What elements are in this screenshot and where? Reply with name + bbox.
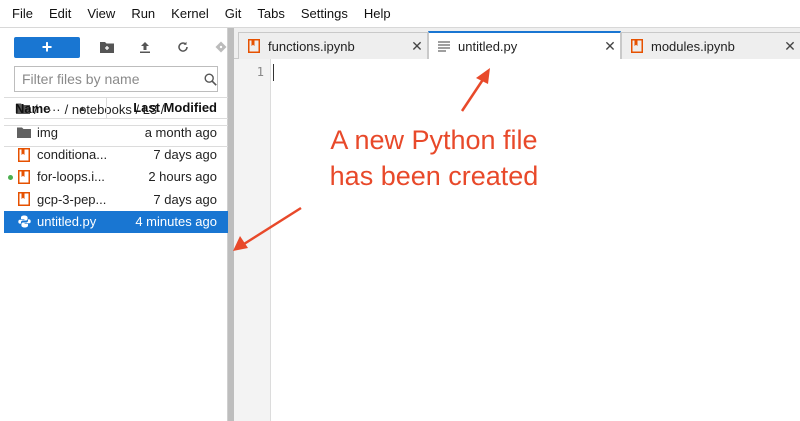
menu-kernel[interactable]: Kernel (163, 0, 217, 28)
menu-file[interactable]: File (4, 0, 41, 28)
menu-tabs[interactable]: Tabs (249, 0, 292, 28)
file-name: conditiona... (37, 147, 108, 163)
file-list: img a month ago conditiona... 7 days ago… (4, 121, 228, 233)
tab-label: functions.ipynb (268, 38, 355, 54)
column-modified-header[interactable]: Last Modified (106, 98, 228, 118)
tab-modules-ipynb[interactable]: modules.ipynb ✕ (621, 32, 800, 59)
file-modified: 2 hours ago (148, 169, 217, 185)
text-file-icon (438, 39, 452, 53)
tab-untitled-py[interactable]: untitled.py ✕ (428, 31, 621, 59)
new-launcher-button[interactable]: + (14, 36, 80, 58)
line-number-gutter: 1 (234, 59, 271, 421)
menu-git[interactable]: Git (217, 0, 250, 28)
notebook-icon (17, 169, 31, 184)
file-row-untitled-py[interactable]: untitled.py 4 minutes ago (4, 210, 228, 233)
upload-icon[interactable] (134, 36, 156, 58)
column-name-label: Name (15, 100, 51, 116)
notebook-icon (17, 147, 31, 162)
menu-run[interactable]: Run (123, 0, 163, 28)
python-file-icon (17, 215, 31, 229)
line-number: 1 (256, 65, 264, 79)
file-row-img[interactable]: img a month ago (4, 121, 228, 143)
file-row-conditionals[interactable]: conditiona... 7 days ago (4, 143, 228, 165)
file-modified: a month ago (144, 124, 217, 140)
menu-view[interactable]: View (79, 0, 123, 28)
tab-bar: functions.ipynb ✕ untitled.py ✕ modules.… (234, 28, 800, 59)
column-name-header[interactable]: Name ▲ (4, 101, 106, 116)
file-name: img (37, 124, 58, 140)
filter-files-input[interactable] (15, 67, 203, 91)
menu-bar: File Edit View Run Kernel Git Tabs Setti… (0, 0, 800, 28)
notebook-icon (631, 39, 645, 53)
file-modified: 7 days ago (153, 147, 217, 163)
tab-functions-ipynb[interactable]: functions.ipynb ✕ (238, 32, 428, 59)
file-name: untitled.py (37, 214, 97, 230)
code-editor[interactable]: 1 (234, 59, 800, 421)
annotation-line-2: has been created (329, 161, 539, 191)
menu-edit[interactable]: Edit (41, 0, 79, 28)
search-icon (203, 72, 217, 86)
close-icon[interactable]: ✕ (600, 38, 620, 55)
menu-help[interactable]: Help (356, 0, 399, 28)
new-folder-icon[interactable] (96, 36, 118, 58)
refresh-icon[interactable] (172, 36, 194, 58)
close-icon[interactable]: ✕ (780, 38, 800, 55)
annotation-line-1: A new Python file (330, 125, 538, 155)
close-icon[interactable]: ✕ (407, 38, 427, 55)
file-list-header: Name ▲ Last Modified (4, 97, 228, 119)
file-browser-toolbar: + (14, 36, 232, 58)
notebook-icon (17, 192, 31, 207)
sort-ascending-icon: ▲ (78, 103, 87, 113)
text-cursor (273, 64, 274, 81)
notebook-icon (248, 39, 262, 53)
menu-settings[interactable]: Settings (293, 0, 356, 28)
file-modified: 7 days ago (153, 191, 217, 207)
filter-files-field (14, 66, 218, 92)
tab-label: untitled.py (458, 38, 518, 54)
folder-icon (17, 125, 31, 139)
tab-label: modules.ipynb (651, 38, 735, 54)
file-name: for-loops.i... (37, 169, 105, 185)
annotation-text: A new Python file has been created (304, 122, 564, 194)
running-indicator-icon (8, 174, 13, 180)
file-name: gcp-3-pep... (37, 191, 107, 207)
file-modified: 4 minutes ago (135, 214, 217, 230)
file-row-gcp-3-pep[interactable]: gcp-3-pep... 7 days ago (4, 188, 228, 210)
file-row-for-loops[interactable]: for-loops.i... 2 hours ago (4, 166, 228, 188)
